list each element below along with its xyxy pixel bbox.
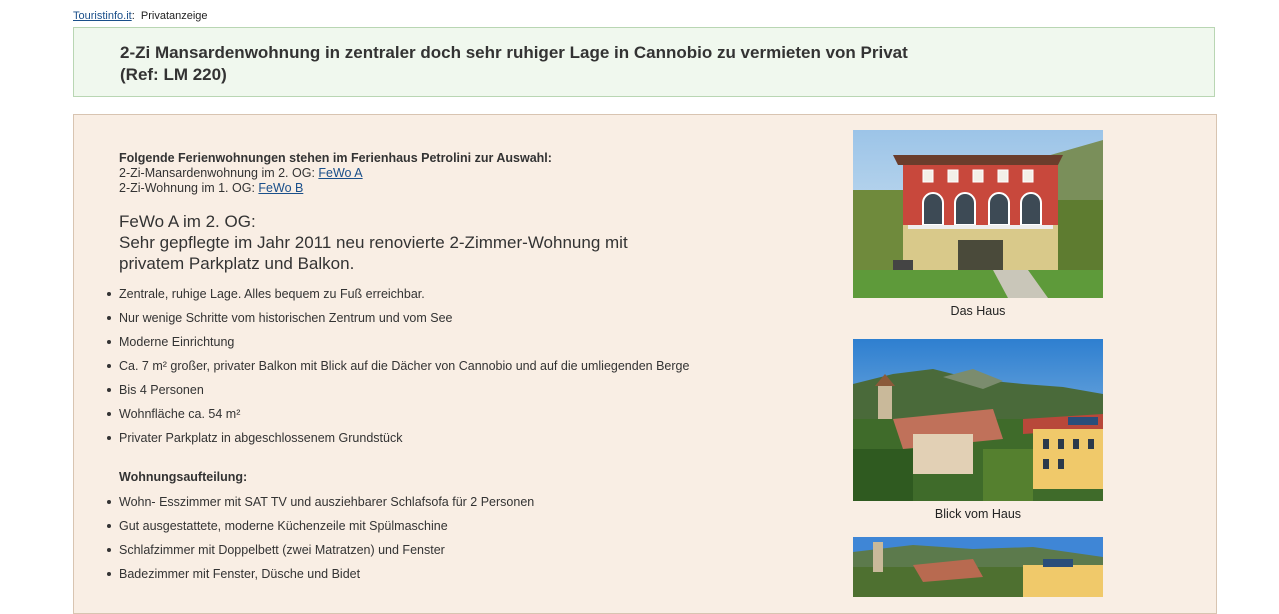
fewo-a-heading-line2: Sehr gepflegte im Jahr 2011 neu renovier… (119, 233, 628, 252)
feature-item: Wohnfläche ca. 54 m² (107, 402, 759, 426)
page-title-ref: (Ref: LM 220) (120, 65, 227, 84)
layout-item: Gut ausgestattete, moderne Küchenzeile m… (107, 514, 759, 538)
title-box: 2-Zi Mansardenwohnung in zentraler doch … (73, 27, 1215, 97)
house-photo-image (853, 130, 1103, 298)
page-title-line1: 2-Zi Mansardenwohnung in zentraler doch … (120, 43, 908, 62)
view-photo-image (853, 339, 1103, 501)
breadcrumb-home-link[interactable]: Touristinfo.it (73, 10, 132, 22)
intro-row-a: 2-Zi-Mansardenwohnung im 2. OG: FeWo A (119, 166, 759, 181)
photo-view[interactable]: Blick vom Haus (853, 339, 1103, 521)
breadcrumb: Touristinfo.it: Privatanzeige (73, 10, 208, 22)
feature-item: Ca. 7 m² großer, privater Balkon mit Bli… (107, 354, 759, 378)
layout-item: Badezimmer mit Fenster, Düsche und Bidet (107, 562, 759, 586)
listing-box: Folgende Ferienwohnungen stehen im Ferie… (73, 114, 1217, 614)
town-photo-image (853, 537, 1103, 597)
feature-item: Nur wenige Schritte vom historischen Zen… (107, 306, 759, 330)
fewo-a-heading: FeWo A im 2. OG: Sehr gepflegte im Jahr … (119, 211, 759, 274)
intro-row-b-text: 2-Zi-Wohnung im 1. OG: (119, 181, 259, 195)
fewo-a-heading-line1: FeWo A im 2. OG: (119, 212, 256, 231)
photo-house[interactable]: Das Haus (853, 130, 1103, 318)
feature-item: Zentrale, ruhige Lage. Alles bequem zu F… (107, 282, 759, 306)
listing-content: Folgende Ferienwohnungen stehen im Ferie… (107, 151, 759, 586)
photo-column: Das Haus Blick vom Haus (853, 130, 1103, 602)
intro-row-b: 2-Zi-Wohnung im 1. OG: FeWo B (119, 181, 759, 196)
photo-caption: Das Haus (950, 304, 1006, 318)
breadcrumb-separator: : (131, 10, 135, 22)
layout-list: Wohn- Esszimmer mit SAT TV und ausziehba… (105, 490, 759, 586)
feature-item: Privater Parkplatz in abgeschlossenem Gr… (107, 426, 759, 450)
feature-list: Zentrale, ruhige Lage. Alles bequem zu F… (105, 282, 759, 450)
layout-heading: Wohnungsaufteilung: (119, 470, 248, 484)
intro-heading: Folgende Ferienwohnungen stehen im Ferie… (119, 151, 552, 165)
photo-town[interactable] (853, 537, 1103, 602)
feature-item: Moderne Einrichtung (107, 330, 759, 354)
page-title: 2-Zi Mansardenwohnung in zentraler doch … (120, 42, 908, 86)
intro-row-a-text: 2-Zi-Mansardenwohnung im 2. OG: (119, 166, 319, 180)
fewo-a-heading-line3: privatem Parkplatz und Balkon. (119, 254, 355, 273)
fewo-a-link[interactable]: FeWo A (318, 166, 362, 180)
breadcrumb-current: Privatanzeige (140, 10, 208, 22)
fewo-b-link[interactable]: FeWo B (258, 181, 303, 195)
photo-caption: Blick vom Haus (934, 507, 1022, 521)
feature-item: Bis 4 Personen (107, 378, 759, 402)
layout-item: Schlafzimmer mit Doppelbett (zwei Matrat… (107, 538, 759, 562)
layout-item: Wohn- Esszimmer mit SAT TV und ausziehba… (107, 490, 759, 514)
